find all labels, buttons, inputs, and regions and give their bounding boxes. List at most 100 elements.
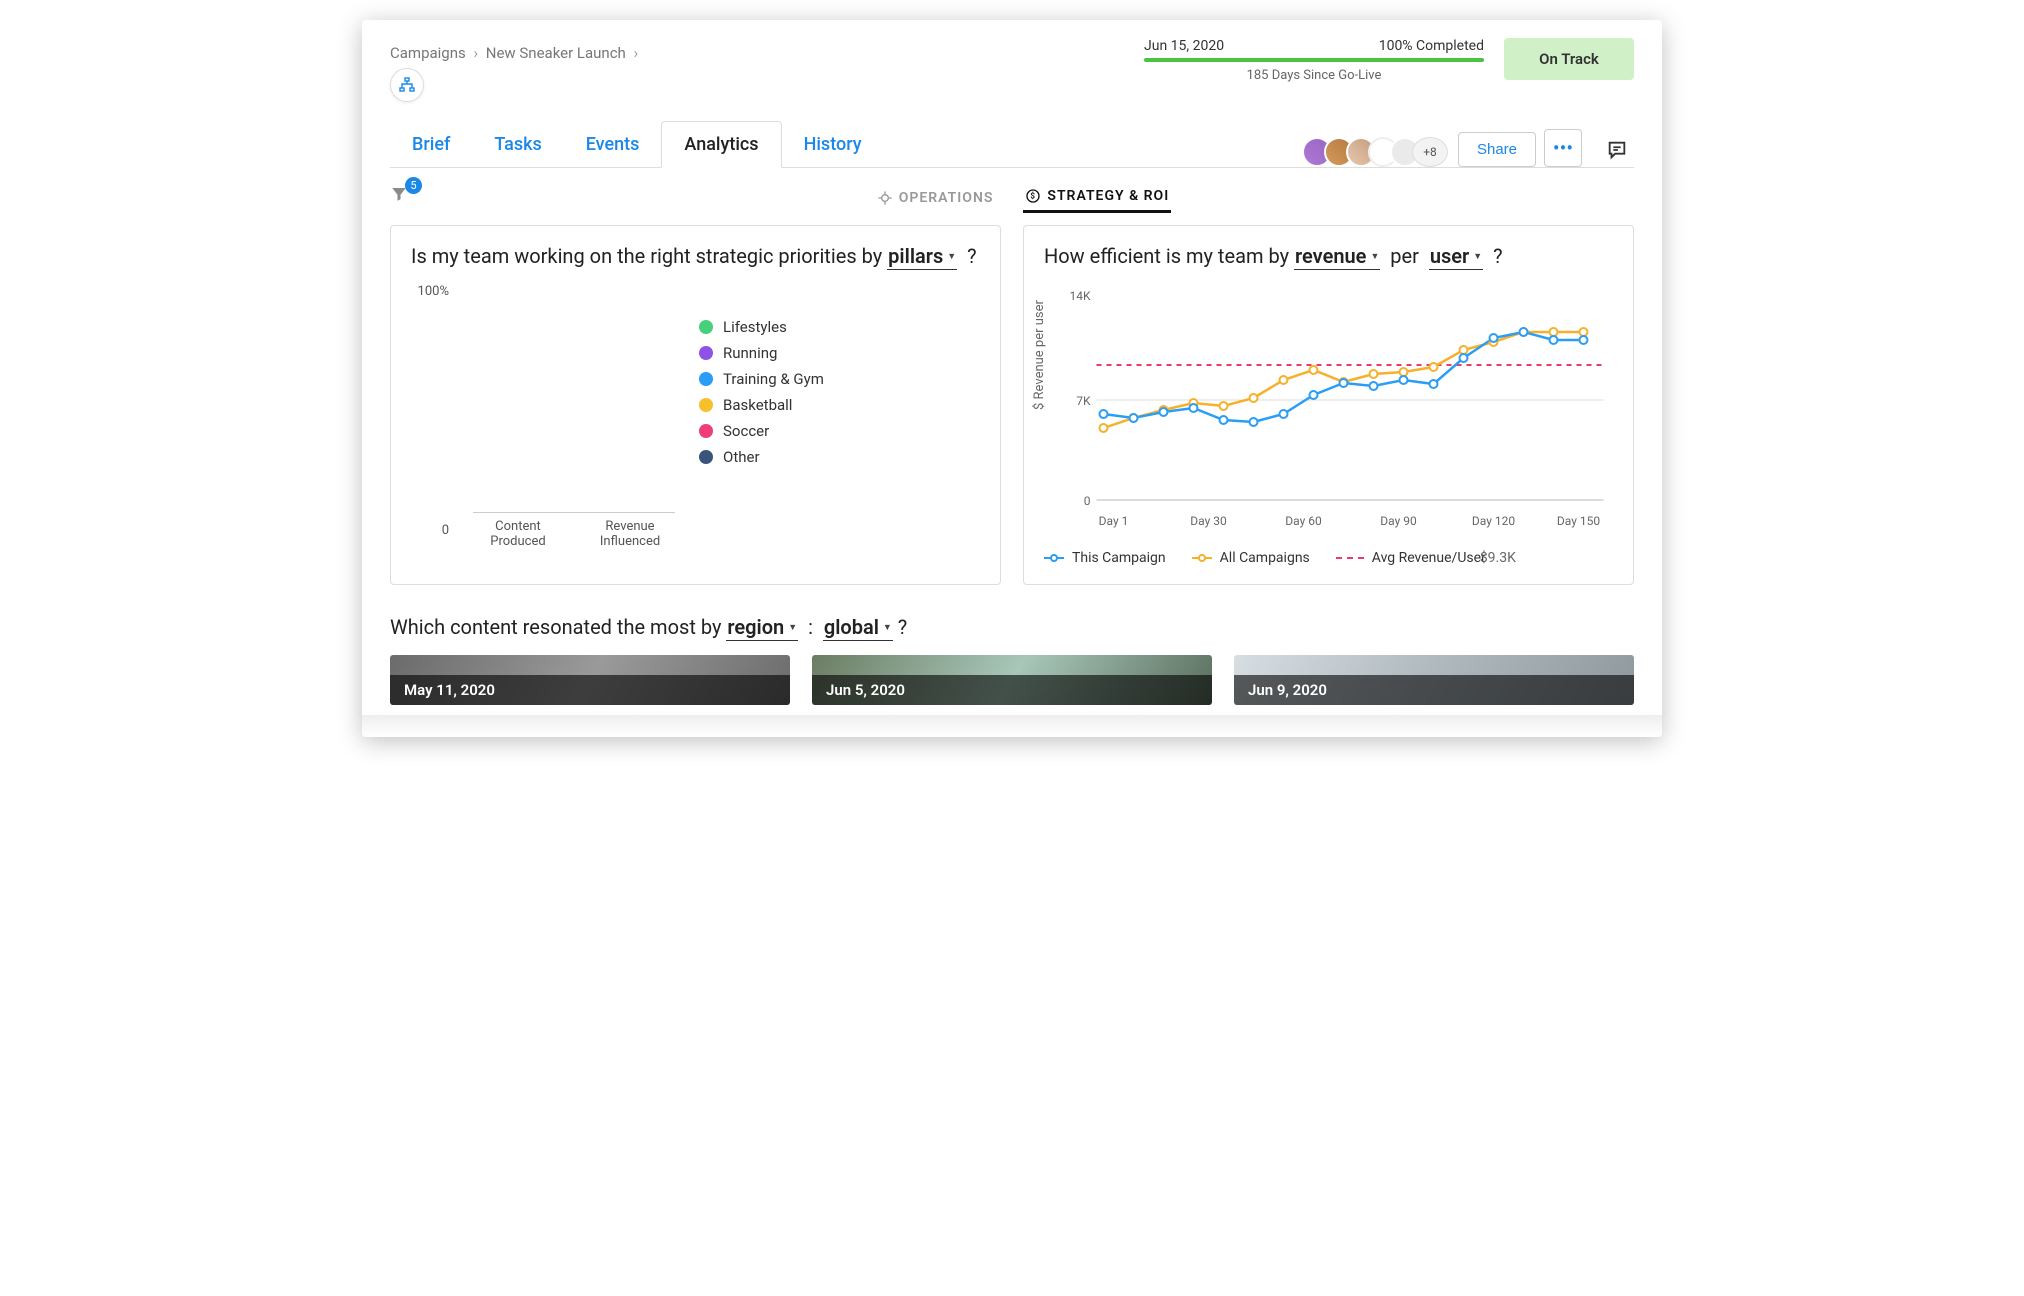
subtab-strategy-roi-label: STRATEGY & ROI <box>1047 188 1169 204</box>
avatar-more[interactable]: +8 <box>1412 137 1448 167</box>
tab-events[interactable]: Events <box>564 122 662 167</box>
subtab-operations[interactable]: OPERATIONS <box>875 182 996 213</box>
status-completion: 100% Completed <box>1379 38 1484 54</box>
chart-floor <box>473 280 675 513</box>
breadcrumb-root[interactable]: Campaigns <box>390 44 466 62</box>
legend: Lifestyles Running Training & Gym Basket… <box>699 310 824 474</box>
svg-text:7K: 7K <box>1076 394 1091 408</box>
svg-text:Day 90: Day 90 <box>1380 514 1417 528</box>
hierarchy-icon-button[interactable] <box>390 68 424 102</box>
dropdown-metric[interactable]: revenue ▼ <box>1294 244 1380 270</box>
content-card[interactable]: Jun 9, 2020 <box>1234 655 1634 705</box>
window-shadow <box>362 715 1662 737</box>
swatch <box>699 346 713 360</box>
legend-avg-revenue: Avg Revenue/User $9.3K <box>1336 550 1516 566</box>
content-cards: May 11, 2020 Jun 5, 2020 Jun 9, 2020 <box>390 655 1634 705</box>
legend-label: This Campaign <box>1072 550 1166 566</box>
more-actions-button[interactable]: ••• <box>1544 129 1582 167</box>
legend-label: Other <box>723 448 760 466</box>
legend-label: Soccer <box>723 422 769 440</box>
progress-bar <box>1144 58 1484 62</box>
svg-text:Day 120: Day 120 <box>1472 514 1515 528</box>
bar-label: Revenue Influenced <box>585 519 675 549</box>
status-date: Jun 15, 2020 <box>1144 38 1224 54</box>
chevron-right-icon: › <box>470 44 483 62</box>
legend-this-campaign: This Campaign <box>1044 550 1166 566</box>
text: ? <box>1493 244 1502 268</box>
svg-text:$: $ <box>1031 192 1036 201</box>
svg-text:14K: 14K <box>1069 289 1090 303</box>
bar-labels-row: Content Produced Revenue Influenced <box>473 513 675 549</box>
panel-pillars-title: Is my team working on the right strategi… <box>411 244 980 270</box>
text: Is my team working on the right strategi… <box>411 244 882 268</box>
text: How efficient is my team by <box>1044 244 1289 268</box>
legend-value: $9.3K <box>1480 550 1516 566</box>
content-card-date: Jun 9, 2020 <box>1234 675 1634 705</box>
legend-all-campaigns: All Campaigns <box>1192 550 1310 566</box>
line-legend: This Campaign All Campaigns Avg Revenue/… <box>1044 550 1613 566</box>
panel-pillars: Is my team working on the right strategi… <box>390 225 1001 585</box>
legend-label: Training & Gym <box>723 370 824 388</box>
bars-pair <box>473 280 675 512</box>
caret-down-icon: ▼ <box>1370 251 1379 262</box>
comments-icon-button[interactable] <box>1600 133 1634 167</box>
primary-tabs: Brief Tasks Events Analytics History +8 … <box>390 120 1634 168</box>
content-card[interactable]: May 11, 2020 <box>390 655 790 705</box>
text: per <box>1390 244 1419 268</box>
dropdown-unit-label: user <box>1430 244 1469 268</box>
caret-down-icon: ▼ <box>788 622 797 633</box>
text: ? <box>898 615 907 639</box>
swatch <box>699 450 713 464</box>
share-button[interactable]: Share <box>1458 132 1536 167</box>
svg-text:Day 30: Day 30 <box>1190 514 1227 528</box>
section-content-resonance-title: Which content resonated the most by regi… <box>390 615 1634 641</box>
legend-label: Avg Revenue/User <box>1372 550 1486 566</box>
header-row: Campaigns › New Sneaker Launch › Jun 15,… <box>390 38 1634 102</box>
stacked-bar-chart: 100% 0 <box>411 280 980 549</box>
y-axis-label: $ Revenue per user <box>1032 300 1047 410</box>
svg-text:0: 0 <box>1084 494 1091 508</box>
y-tick: 100% <box>411 284 449 299</box>
bar-label: Content Produced <box>473 519 563 549</box>
line-chart-svg: 14K 7K 0 <box>1044 280 1613 540</box>
panel-efficiency: How efficient is my team by revenue ▼ per… <box>1023 225 1634 585</box>
breadcrumb-item[interactable]: New Sneaker Launch <box>486 44 626 62</box>
dropdown-unit[interactable]: user ▼ <box>1429 244 1483 270</box>
y-axis: 100% 0 <box>411 280 449 538</box>
collaborators: +8 <box>1310 137 1458 167</box>
swatch <box>699 372 713 386</box>
dropdown-region-value-label: global <box>824 615 879 639</box>
subtab-operations-label: OPERATIONS <box>899 190 994 206</box>
subtab-strategy-roi[interactable]: $ STRATEGY & ROI <box>1023 182 1171 213</box>
tab-tasks[interactable]: Tasks <box>472 122 563 167</box>
svg-text:Day 150: Day 150 <box>1557 514 1600 528</box>
content-card-date: May 11, 2020 <box>390 675 790 705</box>
dropdown-grouping[interactable]: pillars ▼ <box>887 244 957 270</box>
tab-history[interactable]: History <box>782 122 884 167</box>
tab-brief[interactable]: Brief <box>390 122 472 167</box>
target-icon <box>877 190 893 206</box>
content-card[interactable]: Jun 5, 2020 <box>812 655 1212 705</box>
dropdown-grouping-label: pillars <box>888 244 943 268</box>
svg-text:Day 1: Day 1 <box>1099 514 1129 528</box>
panel-efficiency-title: How efficient is my team by revenue ▼ per… <box>1044 244 1613 270</box>
y-tick: 0 <box>411 523 449 538</box>
swatch <box>699 320 713 334</box>
caret-down-icon: ▼ <box>1473 251 1482 262</box>
text: : <box>808 615 813 639</box>
tab-analytics[interactable]: Analytics <box>661 121 781 168</box>
filter-count-badge: 5 <box>405 177 422 194</box>
dropdown-metric-label: revenue <box>1295 244 1366 268</box>
bar-revenue-influenced-wrap <box>585 280 675 512</box>
svg-text:Day 60: Day 60 <box>1285 514 1322 528</box>
dropdown-region-dim[interactable]: region ▼ <box>726 615 798 641</box>
dropdown-region-dim-label: region <box>727 615 784 639</box>
dollar-icon: $ <box>1025 188 1041 204</box>
dropdown-region-value[interactable]: global▼ <box>823 615 893 641</box>
line-chart: $ Revenue per user 14K 7K 0 <box>1044 280 1613 544</box>
breadcrumb: Campaigns › New Sneaker Launch › <box>390 38 1144 62</box>
filter-icon-button[interactable]: 5 <box>390 185 412 207</box>
legend-label: Running <box>723 344 777 362</box>
swatch <box>699 398 713 412</box>
bar-content-produced-wrap <box>473 280 563 512</box>
